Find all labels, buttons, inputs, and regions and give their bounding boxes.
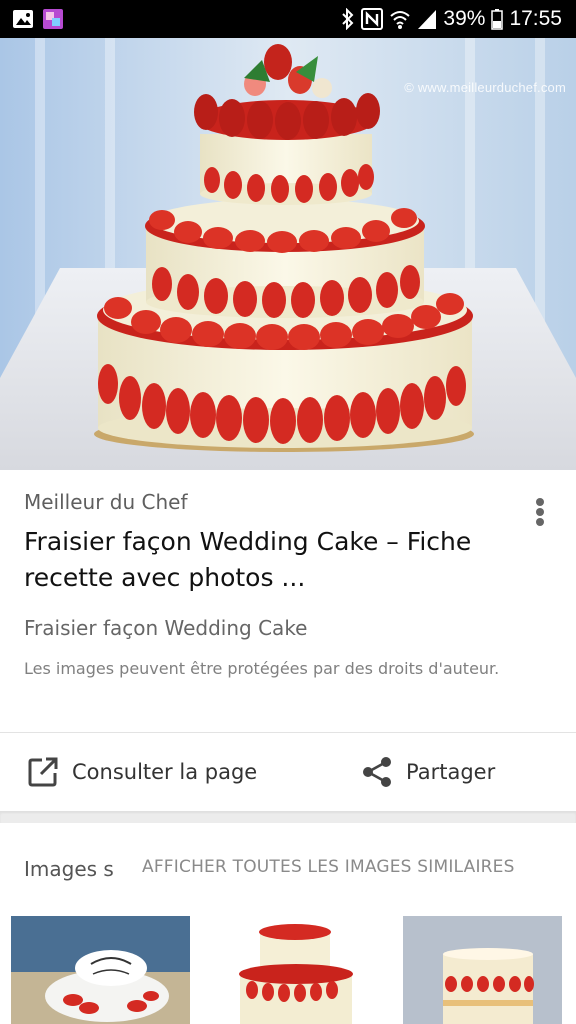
similar-image-thumbnail[interactable]	[11, 916, 190, 1024]
thumbnail-cake-anniversary	[11, 916, 190, 1024]
status-bar: 39% 17:55	[0, 0, 576, 38]
similar-image-thumbnail[interactable]	[216, 916, 376, 1024]
app-icon	[43, 9, 63, 29]
consult-page-label: Consulter la page	[72, 760, 258, 784]
similar-image-thumbnail[interactable]	[403, 916, 562, 1024]
source-name[interactable]: Meilleur du Chef	[24, 490, 188, 514]
more-options-icon[interactable]	[528, 494, 552, 530]
nfc-icon	[361, 8, 384, 30]
open-in-new-icon	[28, 757, 58, 787]
dot	[536, 498, 544, 506]
signal-icon	[418, 10, 437, 29]
action-bar: Consulter la page Partager	[0, 733, 576, 811]
thumbnail-tiered-cake	[216, 916, 376, 1024]
share-label: Partager	[406, 760, 496, 784]
battery-icon	[491, 9, 504, 30]
dot	[536, 518, 544, 526]
battery-percent: 39%	[443, 7, 486, 30]
result-title[interactable]: Fraisier façon Wedding Cake – Fiche rece…	[24, 524, 494, 596]
result-subtitle: Fraisier façon Wedding Cake	[24, 616, 308, 640]
share-icon	[363, 757, 391, 787]
result-info: Meilleur du Chef Fraisier façon Wedding …	[0, 470, 576, 732]
hero-image[interactable]: © www.meilleurduchef.com	[0, 38, 576, 470]
copyright-notice: Les images peuvent être protégées par de…	[24, 659, 500, 678]
clock: 17:55	[509, 7, 562, 30]
show-all-similar-button[interactable]: AFFICHER TOUTES LES IMAGES SIMILAIRES	[142, 857, 515, 877]
similar-images-section: Images s AFFICHER TOUTES LES IMAGES SIMI…	[0, 823, 576, 1024]
section-separator	[0, 811, 576, 823]
consult-page-button[interactable]: Consulter la page	[26, 733, 257, 811]
image-icon	[13, 10, 33, 28]
thumbnail-layered-cake	[403, 916, 562, 1024]
watermark: © www.meilleurduchef.com	[404, 80, 566, 95]
share-button[interactable]: Partager	[360, 733, 495, 811]
dot	[536, 508, 544, 516]
similar-images-label: Images s	[24, 857, 114, 881]
bluetooth-icon	[342, 8, 354, 30]
wedding-cake-photo	[0, 38, 576, 470]
wifi-icon	[390, 11, 411, 29]
